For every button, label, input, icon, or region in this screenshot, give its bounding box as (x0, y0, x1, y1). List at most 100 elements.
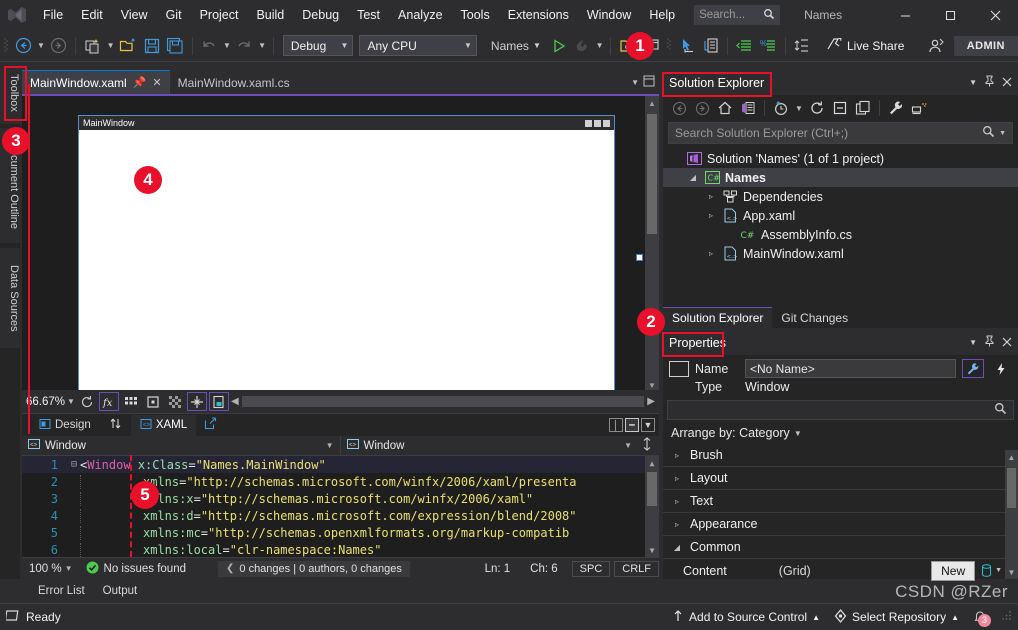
fold-collapse-icon[interactable]: ⊟ (68, 459, 80, 470)
minimize-button[interactable] (883, 0, 928, 30)
issues-indicator[interactable]: No issues found (80, 561, 186, 577)
global-search-box[interactable]: Search... (694, 5, 780, 25)
sidebar-item-data-sources[interactable]: Data Sources (0, 248, 20, 348)
toolbar-grip[interactable] (0, 36, 12, 56)
menu-git[interactable]: Git (157, 0, 191, 30)
navigate-backward-dropdown-icon[interactable]: ▼ (35, 34, 47, 58)
menu-analyze[interactable]: Analyze (389, 0, 451, 30)
editor-tab-mainwindow-xaml-cs[interactable]: MainWindow.xaml.cs (170, 70, 298, 94)
tree-twisty-icon[interactable]: ◢ (687, 173, 699, 182)
category-collapsed-icon[interactable]: ▹ (671, 520, 683, 529)
se-pending-changes-dropdown-icon[interactable]: ▼ (793, 96, 805, 120)
properties-name-input[interactable]: <No Name> (745, 359, 956, 378)
tree-item[interactable]: ◢C#Names (663, 168, 1018, 187)
panel-menu-chevron-icon[interactable]: ▼ (969, 78, 977, 87)
xaml-nav-right-dropdown[interactable]: <> Window ▼ (341, 436, 660, 455)
property-new-button[interactable]: New (931, 561, 975, 581)
editor-zoom-combo[interactable]: 100 % ▼ (22, 563, 80, 575)
designer-zoom-combo[interactable]: 66.67% ▼ (26, 396, 75, 408)
horizontal-split-icon[interactable]: ━ (625, 418, 639, 432)
split-editor-icon[interactable] (641, 437, 653, 454)
solution-explorer-search-input[interactable]: Search Solution Explorer (Ctrl+;) ▼ (668, 122, 1013, 144)
tab-solution-explorer[interactable]: Solution Explorer (663, 307, 772, 328)
chevron-down-icon[interactable]: ▼ (631, 78, 639, 87)
redo-dropdown-icon[interactable]: ▼ (256, 34, 268, 58)
property-row[interactable]: Content(Grid)New▼✕ (663, 559, 1018, 582)
menu-window[interactable]: Window (578, 0, 640, 30)
designer-vertical-scrollbar[interactable]: ▲ ▼ (645, 96, 659, 392)
navigate-forward-icon[interactable] (47, 34, 70, 58)
disable-project-code-icon[interactable] (209, 392, 229, 411)
se-solution-view-icon[interactable] (737, 97, 759, 119)
tree-item[interactable]: ▹Dependencies (663, 187, 1018, 206)
property-category[interactable]: ▹Appearance (663, 513, 1018, 536)
se-refresh-icon[interactable] (806, 97, 828, 119)
chevron-down-icon[interactable]: ▼ (67, 397, 75, 406)
undo-dropdown-icon[interactable]: ▼ (221, 34, 233, 58)
show-transparency-grid-icon[interactable] (165, 392, 185, 411)
pop-out-designer-icon[interactable] (199, 417, 222, 433)
navigate-backward-icon[interactable] (12, 34, 35, 58)
se-properties-wrench-icon[interactable] (885, 97, 907, 119)
code-line[interactable]: 3xmlns:x="http://schemas.microsoft.com/w… (22, 490, 659, 507)
hot-reload-dropdown-icon[interactable]: ▼ (594, 34, 606, 58)
menu-edit[interactable]: Edit (72, 0, 112, 30)
properties-arrange-by[interactable]: Arrange by: Category ▼ (663, 422, 1018, 444)
category-expanded-icon[interactable]: ◢ (671, 543, 683, 552)
share-feedback-icon[interactable] (924, 34, 947, 58)
se-collapse-all-icon[interactable] (829, 97, 851, 119)
line-spacing-icon[interactable] (791, 34, 814, 58)
tree-item[interactable]: Solution 'Names' (1 of 1 project) (663, 149, 1018, 168)
xaml-nav-left-dropdown[interactable]: <> Window ▼ (22, 436, 341, 455)
tab-error-list[interactable]: Error List (30, 582, 93, 600)
code-scroll-thumb[interactable] (647, 472, 657, 506)
properties-scroll-up-icon[interactable]: ▲ (1005, 450, 1018, 464)
editor-tab-mainwindow-xaml[interactable]: MainWindow.xaml 📌 ✕ (22, 70, 170, 94)
scroll-up-icon[interactable]: ▲ (645, 96, 659, 110)
close-tab-icon[interactable]: ✕ (152, 76, 161, 89)
tree-twisty-icon[interactable]: ▹ (705, 249, 717, 258)
panel-menu-chevron-icon[interactable]: ▼ (969, 338, 977, 347)
properties-search-input[interactable] (667, 400, 1014, 420)
refresh-designer-icon[interactable] (77, 392, 97, 411)
menu-tools[interactable]: Tools (452, 0, 499, 30)
properties-vertical-scrollbar[interactable]: ▲ ▼ (1005, 450, 1018, 579)
search-icon[interactable] (994, 402, 1007, 418)
go-to-live-visual-tree-icon[interactable] (698, 34, 721, 58)
undo-icon[interactable] (198, 34, 221, 58)
notifications-button[interactable]: 3 (973, 609, 987, 626)
hot-reload-icon[interactable] (570, 34, 593, 58)
property-value[interactable]: (Grid) (779, 564, 811, 578)
menu-view[interactable]: View (112, 0, 157, 30)
se-pending-changes-icon[interactable] (770, 97, 792, 119)
code-line[interactable]: 6xmlns:local="clr-namespace:Names" (22, 541, 659, 557)
code-line[interactable]: 4xmlns:d="http://schemas.microsoft.com/e… (22, 507, 659, 524)
category-collapsed-icon[interactable]: ▹ (671, 497, 683, 506)
toggle-tab-wells-icon[interactable] (643, 75, 655, 90)
toolbar-grip-2[interactable] (663, 36, 675, 56)
indentation-mode-button[interactable]: SPC (572, 561, 611, 577)
snap-to-gridlines-icon[interactable] (143, 392, 163, 411)
properties-scroll-thumb[interactable] (1007, 468, 1016, 508)
property-category[interactable]: ◢Common (663, 536, 1018, 559)
designer-scroll-thumb[interactable] (647, 114, 657, 234)
vertical-split-icon[interactable]: │ (609, 418, 623, 432)
collapse-pane-icon[interactable]: ▼ (641, 418, 655, 432)
close-panel-icon[interactable] (1002, 76, 1012, 90)
code-scroll-up-icon[interactable]: ▲ (645, 456, 659, 470)
tab-design[interactable]: Design (30, 415, 100, 436)
close-panel-icon[interactable] (1002, 336, 1012, 350)
chevron-down-icon[interactable]: ▼ (624, 441, 632, 450)
menu-build[interactable]: Build (247, 0, 293, 30)
category-collapsed-icon[interactable]: ▹ (671, 451, 683, 460)
properties-tab-icon[interactable] (962, 359, 984, 378)
menu-file[interactable]: File (34, 0, 72, 30)
property-category[interactable]: ▹Layout (663, 467, 1018, 490)
tab-xaml[interactable]: <> XAML (131, 415, 196, 436)
se-home-icon[interactable] (714, 97, 736, 119)
chevron-down-icon[interactable]: ▼ (999, 130, 1006, 137)
solution-tree[interactable]: Solution 'Names' (1 of 1 project)◢C#Name… (663, 146, 1018, 263)
tab-git-changes[interactable]: Git Changes (772, 308, 857, 328)
live-share-button[interactable]: Live Share (820, 36, 910, 55)
show-grid-icon[interactable] (121, 392, 141, 411)
